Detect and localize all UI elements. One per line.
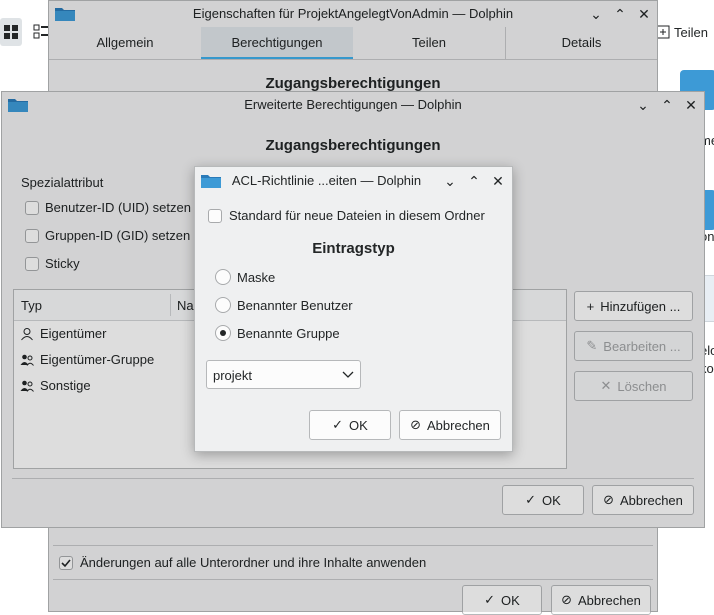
acl-title: ACL-Richtlinie ...eiten — Dolphin	[231, 173, 422, 188]
cancel-icon: ⊘	[410, 417, 421, 432]
default-for-new-files-label: Standard für neue Dateien in diesem Ordn…	[229, 208, 485, 223]
cancel-label: Abbrechen	[427, 417, 490, 433]
mask-radio[interactable]	[215, 269, 231, 285]
entry-type-heading: Eintragstyp	[312, 240, 395, 257]
inactive-overlay	[48, 528, 658, 612]
group-select[interactable]: projekt	[206, 360, 361, 389]
acl-dialog: ACL-Richtlinie ...eiten — Dolphin ⌄ ⌃ ✕ …	[194, 166, 513, 452]
named-user-label: Benannter Benutzer	[237, 298, 353, 313]
minimize-icon[interactable]: ⌄	[441, 172, 459, 190]
named-user-radio[interactable]	[215, 297, 231, 313]
maximize-icon[interactable]: ⌃	[465, 172, 483, 190]
view-details-button[interactable]	[30, 20, 50, 44]
inactive-overlay	[48, 0, 658, 91]
view-icons-button[interactable]	[0, 18, 22, 46]
named-group-label: Benannte Gruppe	[237, 326, 340, 341]
default-for-new-files-checkbox[interactable]	[208, 209, 222, 223]
chevron-down-icon	[342, 371, 354, 378]
acl-cancel-button[interactable]: ⊘ Abbrechen	[399, 410, 501, 440]
share-toolbar-label: Teilen	[674, 24, 708, 40]
ok-label: OK	[349, 417, 368, 433]
detail-view-icon	[33, 24, 48, 39]
grid-view-icon	[4, 25, 18, 39]
group-select-value: projekt	[213, 368, 253, 383]
mask-label: Maske	[237, 270, 276, 285]
acl-ok-button[interactable]: ✓ OK	[309, 410, 391, 440]
named-group-radio[interactable]	[215, 325, 231, 341]
folder-icon	[201, 175, 221, 188]
share-toolbar-button[interactable]: Teilen	[656, 22, 708, 42]
share-icon	[656, 25, 670, 39]
check-icon: ✓	[332, 417, 344, 432]
close-icon[interactable]: ✕	[489, 172, 507, 190]
acl-titlebar[interactable]: ACL-Richtlinie ...eiten — Dolphin ⌄ ⌃ ✕	[195, 167, 512, 193]
